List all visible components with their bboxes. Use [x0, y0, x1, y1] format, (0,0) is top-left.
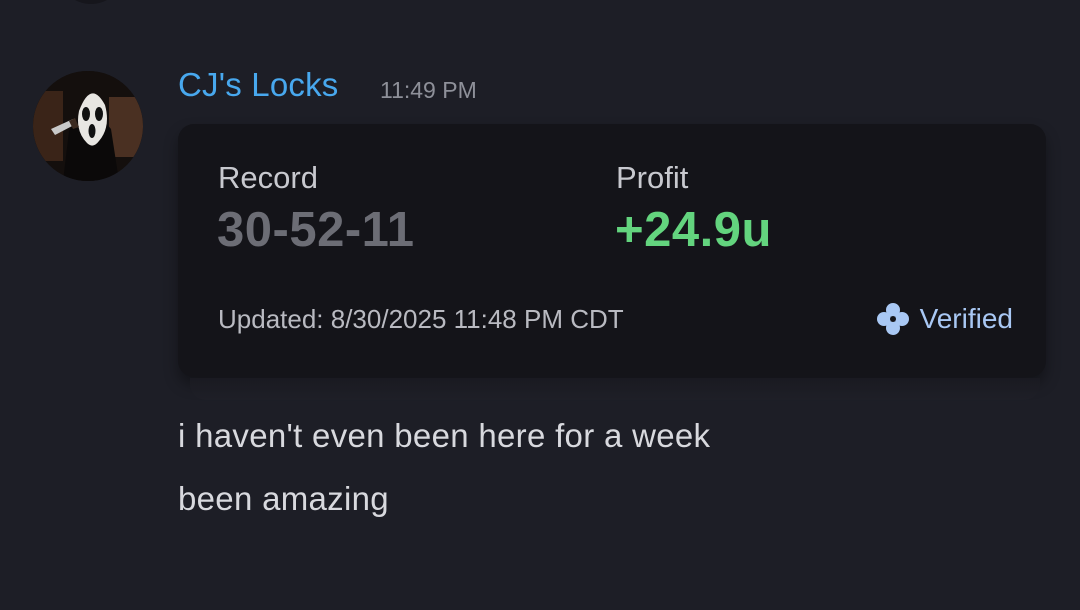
verified-badge[interactable]: Verified: [876, 302, 1013, 336]
profit-label: Profit: [616, 160, 689, 195]
message-line: i haven't even been here for a week: [178, 417, 711, 454]
author-name[interactable]: CJ's Locks: [178, 66, 339, 104]
record-value: 30-52-11: [217, 203, 415, 257]
verified-label: Verified: [919, 303, 1013, 334]
chat-view: CJ's Locks 11:49 PM Record 30-52-11 Prof…: [0, 0, 1080, 610]
card-shadow: [190, 378, 1040, 400]
message-timestamp: 11:49 PM: [380, 77, 477, 103]
stats-embed-card: Record 30-52-11 Profit +24.9u Updated: 8…: [178, 124, 1046, 377]
updated-timestamp: Updated: 8/30/2025 11:48 PM CDT: [218, 304, 624, 334]
previous-message-avatar[interactable]: [60, 0, 122, 4]
author-avatar[interactable]: [33, 71, 143, 181]
clover-badge-icon: [876, 303, 909, 335]
ghostface-avatar-icon: [33, 71, 143, 181]
profit-value: +24.9u: [615, 203, 772, 257]
record-label: Record: [218, 160, 318, 195]
message-line: been amazing: [178, 480, 389, 517]
